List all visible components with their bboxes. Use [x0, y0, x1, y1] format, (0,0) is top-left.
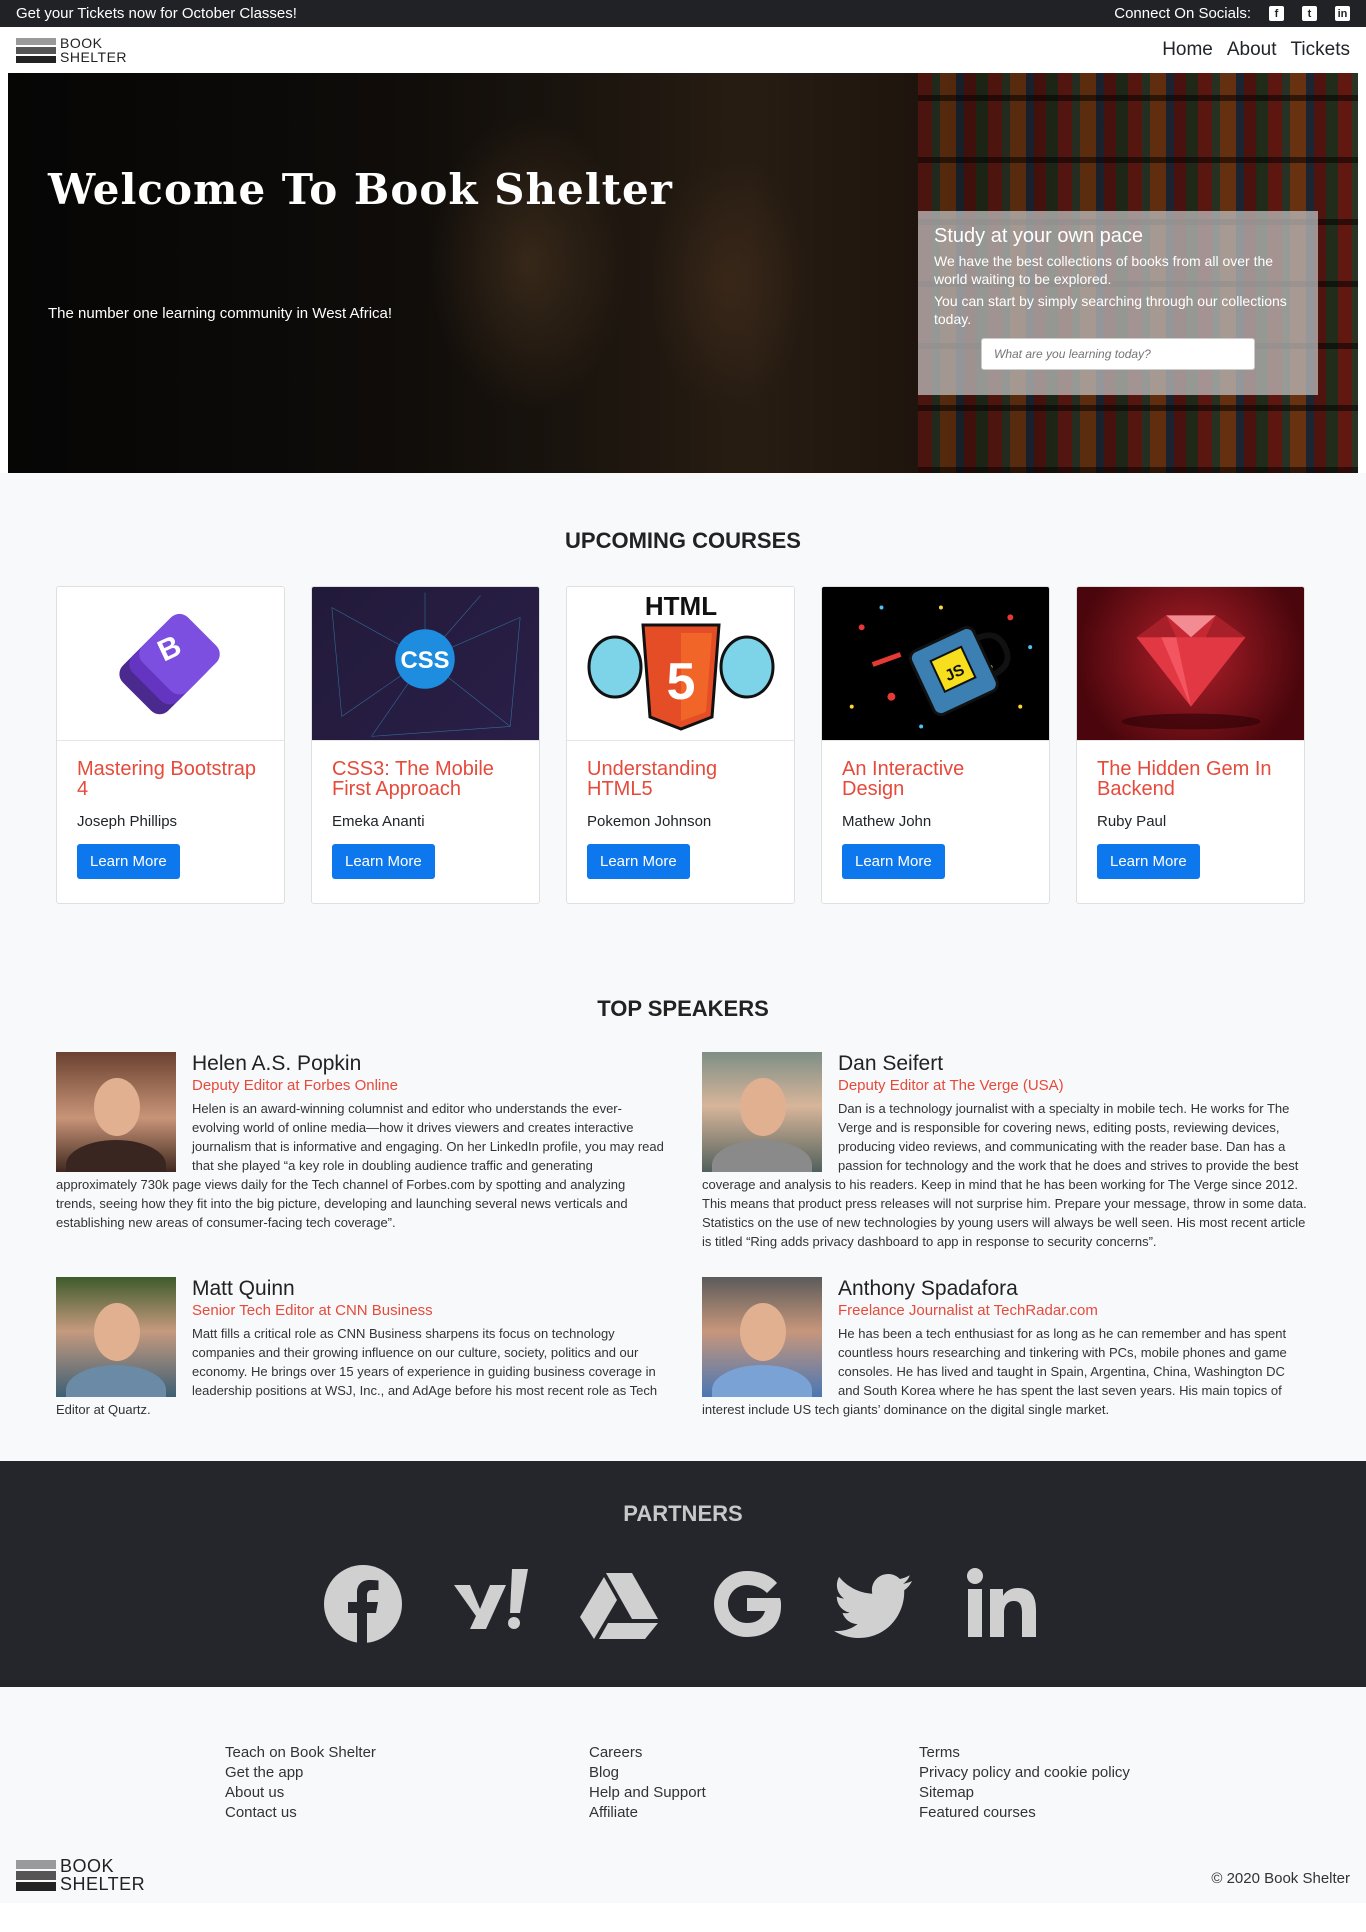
facebook-icon[interactable]: f	[1269, 6, 1284, 21]
course-author: Emeka Ananti	[332, 813, 425, 830]
javascript-mug-image: JS	[822, 587, 1049, 741]
logo-wordmark: BOOK SHELTER	[60, 1856, 146, 1894]
speaker-card: Anthony Spadafora Freelance Journalist a…	[702, 1277, 1310, 1419]
hero-title: Welcome To Book Shelter	[48, 165, 673, 214]
footer-link-sitemap[interactable]: Sitemap	[919, 1783, 1130, 1803]
course-author: Mathew John	[842, 813, 932, 830]
css-thumb-text: CSS	[401, 646, 450, 673]
facebook-icon[interactable]	[322, 1563, 404, 1645]
course-card: CSS CSS3: The Mobile First Approach Emek…	[311, 586, 540, 904]
twitter-icon[interactable]	[834, 1563, 916, 1645]
footer-link-get-app[interactable]: Get the app	[225, 1763, 589, 1783]
site-footer: Teach on Book Shelter Get the app About …	[0, 1687, 1366, 1903]
footer-link-help[interactable]: Help and Support	[589, 1783, 919, 1803]
partners-section: PARTNERS	[0, 1461, 1366, 1687]
course-title[interactable]: An Interactive Design	[842, 759, 1029, 805]
socials-group: Connect On Socials: f t in	[1114, 5, 1350, 22]
course-card: The Hidden Gem In Backend Ruby Paul Lear…	[1076, 586, 1305, 904]
search-input[interactable]	[981, 338, 1255, 370]
speaker-photo	[702, 1052, 822, 1172]
learn-more-button[interactable]: Learn More	[332, 844, 435, 879]
speaker-card: Helen A.S. Popkin Deputy Editor at Forbe…	[56, 1052, 664, 1251]
top-speakers-section: TOP SPEAKERS Helen A.S. Popkin Deputy Ed…	[0, 966, 1366, 1461]
course-title[interactable]: Understanding HTML5	[587, 759, 774, 805]
twitter-icon[interactable]: t	[1302, 6, 1317, 21]
learn-more-button[interactable]: Learn More	[587, 844, 690, 879]
google-drive-icon[interactable]	[578, 1563, 660, 1645]
html-thumb-text: HTML	[644, 591, 716, 621]
course-grid: B Mastering Bootstrap 4 Joseph Phillips …	[0, 586, 1366, 904]
linkedin-icon[interactable]	[962, 1563, 1044, 1645]
speaker-grid: Helen A.S. Popkin Deputy Editor at Forbe…	[56, 1052, 1310, 1419]
study-card-text: We have the best collections of books fr…	[934, 253, 1274, 287]
nav-home[interactable]: Home	[1162, 39, 1213, 61]
study-card-text: You can start by simply searching throug…	[934, 293, 1287, 327]
speaker-photo	[56, 1052, 176, 1172]
learn-more-button[interactable]: Learn More	[77, 844, 180, 879]
footer-link-featured[interactable]: Featured courses	[919, 1803, 1130, 1823]
nav-tickets[interactable]: Tickets	[1291, 39, 1350, 61]
css-logo-image: CSS	[312, 587, 539, 741]
footer-column: Terms Privacy policy and cookie policy S…	[919, 1743, 1130, 1823]
socials-label: Connect On Socials:	[1114, 5, 1251, 22]
bootstrap-logo-image: B	[57, 587, 284, 741]
brand-logo[interactable]: BOOK SHELTER	[16, 36, 127, 64]
copyright-text: © 2020 Book Shelter	[1211, 1870, 1350, 1887]
course-author: Joseph Phillips	[77, 813, 178, 830]
course-title[interactable]: The Hidden Gem In Backend	[1097, 759, 1284, 805]
footer-brand-logo[interactable]: BOOK SHELTER	[16, 1857, 145, 1893]
google-icon[interactable]	[706, 1563, 788, 1645]
course-title[interactable]: Mastering Bootstrap 4	[77, 759, 264, 805]
course-title[interactable]: CSS3: The Mobile First Approach	[332, 759, 519, 805]
learn-more-button[interactable]: Learn More	[1097, 844, 1200, 879]
top-announcement-bar: Get your Tickets now for October Classes…	[0, 0, 1366, 27]
section-title: PARTNERS	[623, 1501, 743, 1526]
study-card-heading: Study at your own pace	[934, 225, 1144, 247]
footer-link-terms[interactable]: Terms	[919, 1743, 1130, 1763]
course-author: Ruby Paul	[1097, 813, 1167, 830]
section-title: TOP SPEAKERS	[597, 996, 769, 1021]
html5-thumb-text: 5	[666, 653, 695, 711]
course-card: HTML 5 Understanding HTML5 Pokemon Johns…	[566, 586, 795, 904]
main-navbar: BOOK SHELTER Home About Tickets	[0, 27, 1366, 73]
course-card: JS An Interactive Design Mathew John Lea…	[821, 586, 1050, 904]
section-title: UPCOMING COURSES	[565, 528, 801, 553]
ruby-gem-image	[1077, 587, 1304, 741]
linkedin-icon[interactable]: in	[1335, 6, 1350, 21]
footer-link-careers[interactable]: Careers	[589, 1743, 919, 1763]
hero-banner: Welcome To Book Shelter The number one l…	[8, 73, 1358, 473]
speaker-photo	[56, 1277, 176, 1397]
footer-link-privacy[interactable]: Privacy policy and cookie policy	[919, 1763, 1130, 1783]
course-author: Pokemon Johnson	[587, 813, 712, 830]
footer-link-affiliate[interactable]: Affiliate	[589, 1803, 919, 1823]
footer-link-teach[interactable]: Teach on Book Shelter	[225, 1743, 589, 1763]
footer-link-contact[interactable]: Contact us	[225, 1803, 589, 1823]
footer-link-blog[interactable]: Blog	[589, 1763, 919, 1783]
course-card: B Mastering Bootstrap 4 Joseph Phillips …	[56, 586, 285, 904]
logo-wordmark: BOOK SHELTER	[60, 35, 128, 65]
nav-about[interactable]: About	[1227, 39, 1277, 61]
footer-links: Teach on Book Shelter Get the app About …	[0, 1743, 1366, 1823]
footer-link-about[interactable]: About us	[225, 1783, 589, 1803]
hero-tagline: The number one learning community in Wes…	[48, 305, 393, 322]
logo-mark	[16, 1859, 56, 1891]
yahoo-icon[interactable]	[450, 1563, 532, 1645]
speaker-photo	[702, 1277, 822, 1397]
html5-logo-image: HTML 5	[567, 587, 794, 741]
speaker-card: Dan Seifert Deputy Editor at The Verge (…	[702, 1052, 1310, 1251]
partner-logos	[0, 1563, 1366, 1645]
footer-column: Careers Blog Help and Support Affiliate	[589, 1743, 919, 1823]
announcement-text: Get your Tickets now for October Classes…	[16, 5, 297, 22]
upcoming-courses-section: UPCOMING COURSES B Mastering Bootstrap 4…	[0, 473, 1366, 966]
footer-column: Teach on Book Shelter Get the app About …	[225, 1743, 589, 1823]
speaker-card: Matt Quinn Senior Tech Editor at CNN Bus…	[56, 1277, 664, 1419]
nav-links: Home About Tickets	[1162, 39, 1350, 61]
logo-mark	[16, 37, 56, 63]
study-card: Study at your own pace We have the best …	[918, 211, 1318, 395]
learn-more-button[interactable]: Learn More	[842, 844, 945, 879]
